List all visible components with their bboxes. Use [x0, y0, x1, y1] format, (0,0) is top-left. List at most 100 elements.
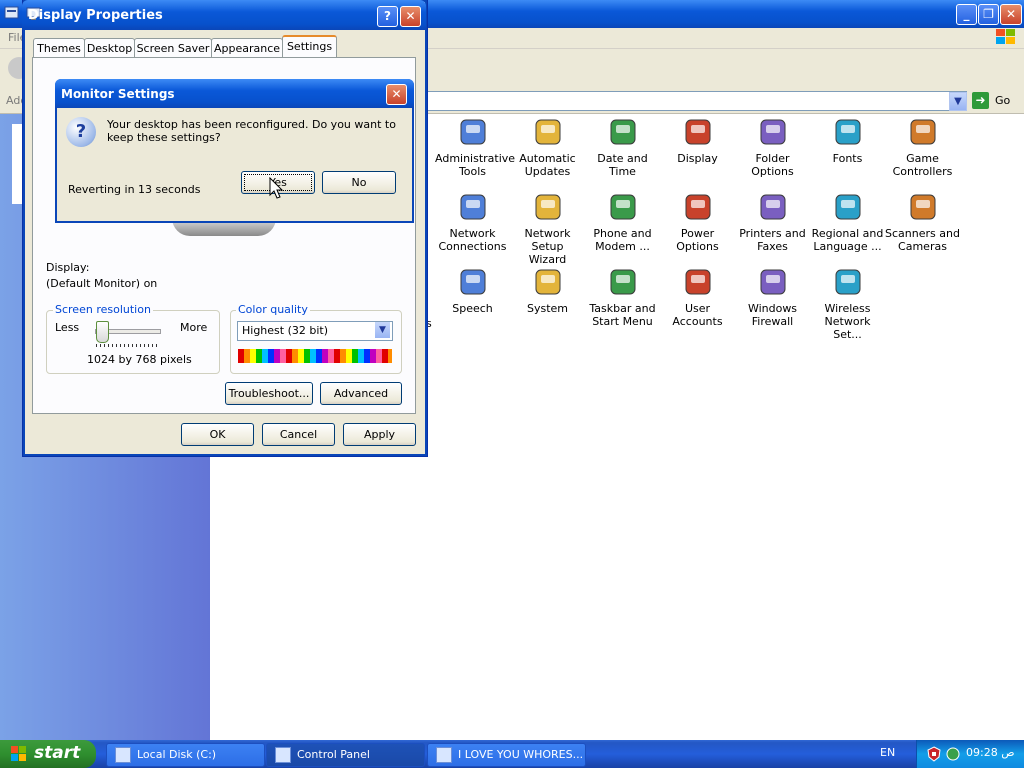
cp-item-label: Network Setup — [524, 227, 571, 253]
question-icon: ? — [66, 117, 96, 147]
cp-item-folder-options[interactable]: Folder Options — [735, 116, 810, 178]
tab-screen-saver[interactable]: Screen Saver — [134, 38, 212, 58]
more-label: More — [180, 321, 208, 334]
language-indicator[interactable]: EN — [880, 746, 895, 759]
monitor-settings-close-button[interactable]: ✕ — [386, 84, 407, 105]
cp-item-label: Game — [906, 152, 939, 165]
ok-button[interactable]: OK — [181, 423, 254, 446]
system-icon — [532, 266, 564, 298]
cp-item-label-line2: Language ... — [813, 240, 882, 253]
cp-item-wireless-network[interactable]: Wireless Network Set... — [810, 266, 885, 341]
help-button[interactable]: ? — [377, 6, 398, 27]
monitor-settings-message: Your desktop has been reconfigured. Do y… — [107, 118, 396, 144]
resolution-slider-thumb[interactable] — [96, 321, 109, 343]
user-accounts-icon — [682, 266, 714, 298]
cp-item-date-time[interactable]: Date and Time — [585, 116, 660, 178]
cp-item-label-line2: Controllers — [892, 165, 953, 178]
cp-item-label-line2: Wizard — [528, 253, 567, 266]
monitor-settings-title: Monitor Settings — [61, 87, 175, 101]
tab-desktop[interactable]: Desktop — [84, 38, 135, 58]
cp-item-fonts[interactable]: Fonts — [810, 116, 885, 165]
cancel-button[interactable]: Cancel — [262, 423, 335, 446]
go-button[interactable]: Go — [995, 94, 1010, 107]
tab-appearance[interactable]: Appearance — [211, 38, 283, 58]
cp-item-label: Folder Options — [751, 152, 794, 178]
cp-item-label: Regional and — [811, 227, 884, 240]
scanners-cameras-icon — [907, 191, 939, 223]
notepad-icon — [436, 747, 452, 763]
chevron-down-icon[interactable]: ▼ — [949, 92, 967, 111]
cp-item-label-line2: Faxes — [757, 240, 788, 253]
display-properties-title: Display Properties — [28, 8, 163, 23]
cp-item-label-line2: Connections — [438, 240, 507, 253]
printers-faxes-icon — [757, 191, 789, 223]
cp-item-administrative-tools[interactable]: Administrative Tools — [435, 116, 515, 178]
network-setup-wizard-icon — [532, 191, 564, 223]
cp-item-power-options[interactable]: Power Options — [660, 191, 735, 253]
cp-item-scanners-cameras[interactable]: Scanners and Cameras — [885, 191, 960, 253]
cp-item-network-setup-wizard[interactable]: Network Setup Wizard — [510, 191, 585, 266]
display-label: Display: — [46, 261, 90, 274]
minimize-button[interactable]: _ — [956, 4, 977, 25]
windows-flag-icon — [11, 746, 26, 761]
task-pane-box — [12, 124, 22, 204]
cp-item-automatic-updates[interactable]: Automatic Updates — [510, 116, 585, 178]
cp-item-display[interactable]: Display — [660, 116, 735, 165]
close-button[interactable]: ✕ — [1000, 4, 1022, 25]
taskbar-item-label: I LOVE YOU WHORES... — [458, 748, 584, 761]
taskbar-item-control-panel[interactable]: Control Panel — [266, 743, 425, 767]
cp-item-speech[interactable]: Speech — [435, 266, 510, 315]
display-properties-close-button[interactable]: ✕ — [400, 6, 421, 27]
cp-item-label: Speech — [452, 302, 493, 315]
resolution-value: 1024 by 768 pixels — [87, 353, 192, 366]
address-input[interactable] — [425, 91, 967, 111]
go-arrow-icon[interactable]: ➜ — [972, 92, 989, 109]
cp-item-label: Scanners and — [885, 227, 960, 240]
fonts-icon — [832, 116, 864, 148]
cp-item-label-line2: Modem ... — [595, 240, 650, 253]
administrative-tools-icon — [457, 116, 489, 148]
color-quality-value: Highest (32 bit) — [242, 324, 329, 337]
folder-icon — [115, 747, 131, 763]
cp-item-label-line2: Cameras — [898, 240, 947, 253]
cp-item-label: Display — [677, 152, 718, 165]
cp-item-system[interactable]: System — [510, 266, 585, 315]
chevron-down-icon[interactable]: ▼ — [375, 322, 390, 338]
taskbar-item-local-disk[interactable]: Local Disk (C:) — [106, 743, 265, 767]
cp-item-taskbar-start-menu[interactable]: Taskbar and Start Menu — [585, 266, 660, 328]
game-controllers-icon — [907, 116, 939, 148]
power-options-icon — [682, 191, 714, 223]
cp-item-network-connections[interactable]: Network Connections — [435, 191, 510, 253]
cp-item-label: Date and Time — [597, 152, 648, 178]
color-quality-legend: Color quality — [236, 303, 310, 316]
date-time-icon — [607, 116, 639, 148]
less-label: Less — [55, 321, 80, 334]
taskbar-item-notepad[interactable]: I LOVE YOU WHORES... — [427, 743, 586, 767]
cp-item-label: Wireless — [824, 302, 871, 315]
security-shield-icon[interactable] — [926, 746, 942, 762]
no-button[interactable]: No — [322, 171, 396, 194]
color-quality-select[interactable]: Highest (32 bit) — [237, 321, 393, 341]
advanced-button[interactable]: Advanced — [320, 382, 402, 405]
troubleshoot-button[interactable]: Troubleshoot... — [225, 382, 313, 405]
cp-item-label: Printers and — [739, 227, 806, 240]
tab-themes[interactable]: Themes — [33, 38, 85, 58]
cp-item-regional-language[interactable]: Regional and Language ... — [810, 191, 885, 253]
maximize-button[interactable]: ❐ — [978, 4, 999, 25]
cp-item-label-line2: Updates — [524, 165, 571, 178]
taskbar-start-menu-icon — [607, 266, 639, 298]
cp-item-label: Windows — [747, 302, 798, 315]
cp-item-phone-modem[interactable]: Phone and Modem ... — [585, 191, 660, 253]
cp-item-printers-faxes[interactable]: Printers and Faxes — [735, 191, 810, 253]
cp-item-label: Automatic — [519, 152, 576, 165]
control-panel-icon — [275, 747, 291, 763]
taskbar-item-label: Local Disk (C:) — [137, 748, 217, 761]
cp-item-game-controllers[interactable]: Game Controllers — [885, 116, 960, 178]
cp-item-windows-firewall[interactable]: Windows Firewall — [735, 266, 810, 328]
speech-icon — [457, 266, 489, 298]
automatic-updates-icon — [532, 116, 564, 148]
apply-button[interactable]: Apply — [343, 423, 416, 446]
start-label: start — [34, 743, 81, 763]
network-tray-icon[interactable] — [945, 746, 961, 762]
cp-item-user-accounts[interactable]: User Accounts — [660, 266, 735, 328]
